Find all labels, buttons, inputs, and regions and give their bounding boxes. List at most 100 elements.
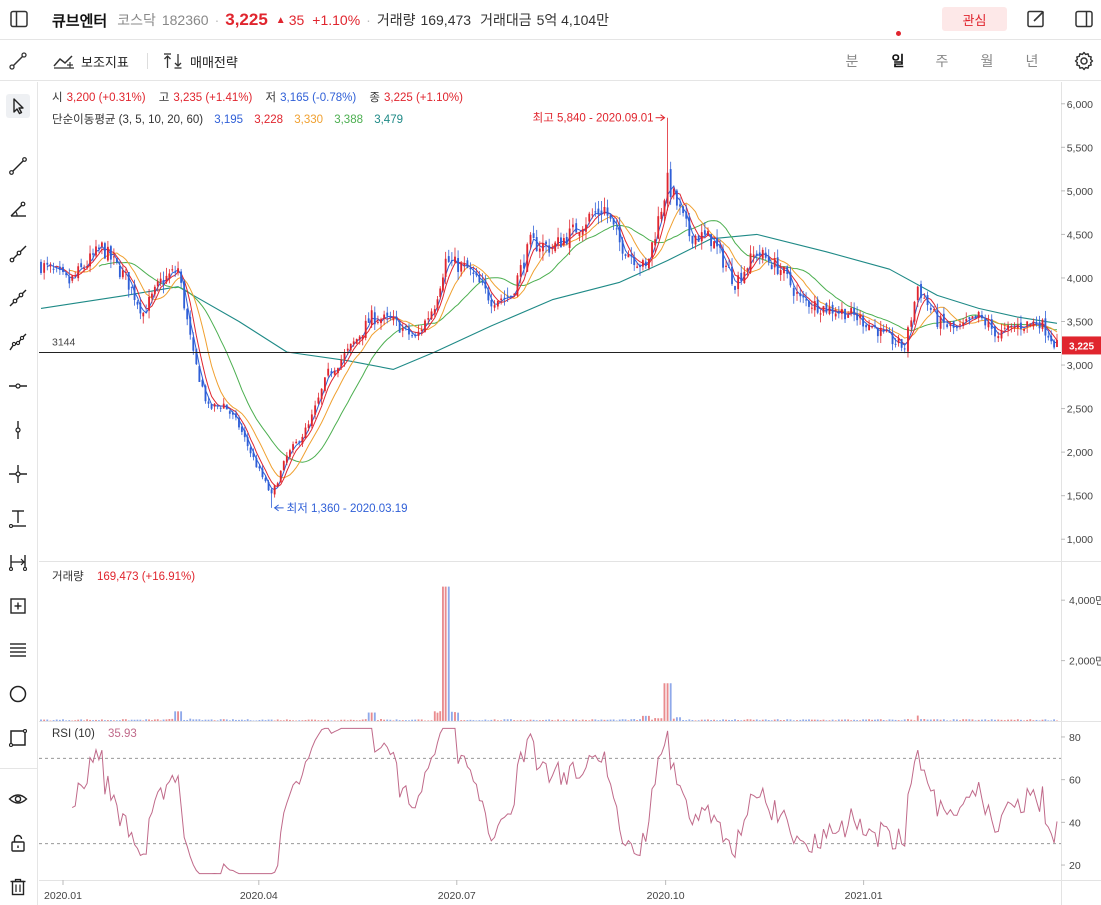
candle-body: [475, 272, 478, 276]
candle-body: [139, 302, 142, 314]
period-month-tab[interactable]: 월: [977, 41, 997, 81]
candle-body: [460, 263, 463, 272]
volume-bar: [663, 683, 666, 721]
volume-bar: [216, 720, 219, 721]
volume-bar: [165, 719, 168, 721]
volume-bar: [666, 683, 669, 721]
candle-body: [500, 298, 503, 301]
volume-bar: [133, 719, 136, 721]
volume-bar: [672, 718, 675, 721]
side-panel-icon[interactable]: [1074, 9, 1094, 29]
volume-bar: [752, 719, 755, 721]
candle-body: [984, 318, 987, 326]
volume-bar: [235, 719, 237, 721]
settings-gear-icon[interactable]: [1074, 51, 1094, 71]
candle-body: [112, 256, 115, 258]
lock-icon[interactable]: [6, 831, 30, 855]
trash-icon[interactable]: [6, 875, 30, 899]
volume-bar: [346, 720, 349, 721]
fib-lines-icon[interactable]: [6, 638, 30, 662]
stock-chart[interactable]: 6,000 5,500 5,000 4,500 4,000 3,500 3,000 2,500…: [0, 0, 1101, 905]
volume-y-tick-label: 4,000만: [1069, 595, 1101, 607]
volume-bar: [358, 720, 361, 721]
candle-body: [651, 242, 653, 258]
volume-bar: [58, 719, 61, 721]
volume-label: 거래량: [376, 12, 416, 28]
volume-bar: [267, 719, 270, 721]
volume-bar: [688, 719, 691, 721]
candle-body: [624, 254, 627, 256]
circle-icon[interactable]: [6, 682, 30, 706]
candle-body: [837, 311, 840, 313]
indicators-button[interactable]: 보조지표: [53, 41, 129, 81]
volume-bar: [627, 720, 630, 721]
candle-body: [603, 207, 606, 214]
candle-body: [633, 256, 636, 266]
ray-line-icon[interactable]: [6, 242, 30, 266]
volume-bar: [591, 719, 594, 721]
period-year-tab[interactable]: 년: [1022, 41, 1042, 81]
volume-bar: [831, 719, 834, 721]
candle-body: [231, 412, 234, 415]
trend-line-icon[interactable]: [6, 154, 30, 178]
volume-bar: [1013, 719, 1016, 721]
candle-body: [1032, 321, 1035, 327]
candle-body: [1053, 340, 1056, 348]
period-minute-tab[interactable]: 분: [842, 41, 862, 81]
amount-label: 거래대금: [480, 12, 532, 28]
candle-body: [844, 308, 846, 320]
volume-bar: [279, 720, 282, 721]
edit-icon[interactable]: [1026, 9, 1046, 29]
volume-bar: [103, 720, 106, 721]
volume-bar: [124, 719, 127, 721]
horizontal-line-icon[interactable]: [6, 374, 30, 398]
price-y-tick-label: 6,000: [1067, 99, 1093, 111]
candle-body: [630, 254, 633, 257]
candle-body: [936, 309, 939, 327]
candle-body: [669, 169, 672, 197]
volume-bar: [755, 719, 758, 721]
period-week-tab[interactable]: 주: [932, 41, 952, 81]
add-shape-icon[interactable]: [6, 594, 30, 618]
candle-body: [151, 293, 153, 298]
candle-body: [713, 241, 715, 249]
measure-icon[interactable]: [6, 550, 30, 574]
volume-bar: [575, 719, 578, 721]
polyline-icon[interactable]: [6, 330, 30, 354]
extended-line-icon[interactable]: [6, 286, 30, 310]
candle-body: [358, 336, 361, 340]
candle-body: [1003, 327, 1006, 329]
volume-bar: [578, 720, 581, 721]
volume-bar: [68, 720, 71, 721]
candle-body: [575, 223, 578, 233]
crosshair-icon[interactable]: [6, 462, 30, 486]
candle-body: [136, 301, 139, 305]
volume-bar: [606, 719, 609, 721]
candle-body: [285, 455, 288, 463]
angle-line-icon[interactable]: [6, 198, 30, 222]
volume-bar: [900, 720, 903, 721]
candle-body: [189, 316, 192, 335]
volume-bar: [965, 719, 968, 721]
volume-bar: [1050, 720, 1053, 721]
volume-bar: [719, 720, 721, 721]
watchlist-button[interactable]: 관심: [942, 7, 1007, 31]
volume-bar: [100, 719, 103, 721]
rectangle-icon[interactable]: [6, 726, 30, 750]
candle-body: [551, 248, 554, 250]
sidebar-toggle-icon[interactable]: [9, 9, 29, 29]
text-icon[interactable]: [6, 506, 30, 530]
volume-bar: [581, 719, 584, 721]
drawing-tool-icon[interactable]: [8, 51, 28, 71]
candle-body: [83, 268, 86, 270]
price-y-tick-label: 1,000: [1067, 534, 1093, 546]
candle-body: [92, 253, 94, 255]
eye-icon[interactable]: [6, 787, 30, 811]
trading-strategy-button[interactable]: 매매전략: [162, 41, 238, 81]
candle-body: [145, 311, 148, 314]
vertical-line-icon[interactable]: [6, 418, 30, 442]
volume-bar: [557, 719, 559, 721]
cursor-icon[interactable]: [6, 94, 30, 118]
low-label: 저: [265, 92, 277, 104]
period-day-tab[interactable]: 일: [888, 41, 908, 81]
